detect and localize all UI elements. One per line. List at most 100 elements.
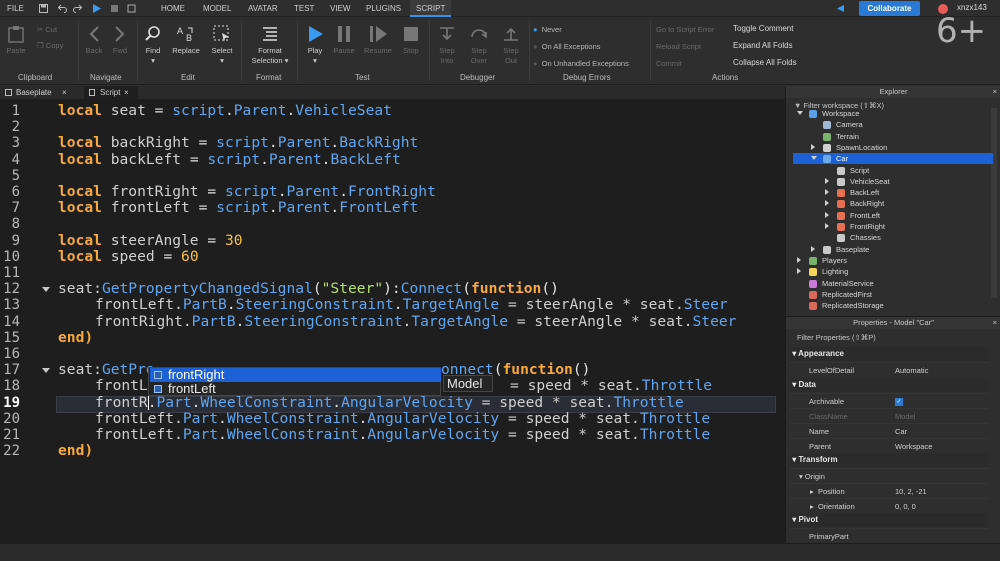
more-icon[interactable]	[127, 4, 136, 13]
code-line[interactable]: local frontRight = script.Parent.FrontRi…	[58, 183, 436, 200]
code-line[interactable]: = speed * seat.Throttle	[510, 377, 712, 394]
code-line[interactable]: end)	[58, 442, 93, 459]
tab-plugins[interactable]: PLUGINS	[366, 0, 401, 17]
section-data[interactable]: ▾ Data	[790, 378, 988, 392]
code-line[interactable]: frontR.Part.WheelConstraint.AngularVeloc…	[95, 394, 684, 411]
close-icon[interactable]: ×	[62, 86, 67, 99]
go-to-script-error-button[interactable]: Go to Script Error	[656, 25, 714, 34]
prop-value[interactable]: 0, 0, 0	[895, 499, 916, 514]
chevron-right-icon[interactable]	[811, 245, 815, 252]
forward-button[interactable]: Fwd	[110, 25, 130, 56]
tree-item-workspace[interactable]: Workspace	[793, 108, 993, 119]
commit-button[interactable]: Commit	[656, 59, 682, 68]
undo-icon[interactable]	[58, 4, 67, 13]
tree-item-lighting[interactable]: Lighting	[793, 266, 993, 277]
tree-item-frontleft[interactable]: FrontLeft	[793, 210, 993, 221]
code-editor[interactable]: 1 2 3 4 5 6 7 8 9 10 11 12 13 14 15 16 17 18 19 20 21 22 local…	[0, 99, 785, 543]
collapse-all-folds-button[interactable]: Collapse All Folds	[733, 58, 797, 67]
tree-item-baseplate[interactable]: Baseplate	[793, 244, 993, 255]
tree-item-chassies[interactable]: Chassies	[793, 232, 993, 243]
tab-home[interactable]: HOME	[161, 0, 185, 17]
share-icon[interactable]	[836, 4, 845, 13]
radio-on-unhandled[interactable]: ● On Unhandled Exceptions	[533, 59, 629, 68]
autocomplete-popup[interactable]: frontRight frontLeft	[148, 367, 441, 396]
properties-filter-input[interactable]: Filter Properties (⇧⌘P)	[797, 333, 876, 342]
step-out-button[interactable]: Step Out	[499, 25, 523, 66]
prop-row-position[interactable]: ▸ Position 10, 2, -21	[790, 483, 988, 498]
chevron-right-icon[interactable]	[825, 177, 829, 184]
section-appearance[interactable]: ▾ Appearance	[790, 347, 988, 361]
prop-row-levelofdetail[interactable]: LevelOfDetail Automatic	[790, 362, 988, 377]
prop-row-orientation[interactable]: ▸ Orientation 0, 0, 0	[790, 498, 988, 513]
paste-button[interactable]: Paste	[5, 25, 27, 56]
chevron-right-icon[interactable]	[797, 256, 801, 263]
tree-item-replicatedstorage[interactable]: ReplicatedStorage	[793, 300, 993, 311]
code-line[interactable]: frontL	[95, 377, 148, 394]
chevron-right-icon[interactable]	[825, 211, 829, 218]
code-line[interactable]: local seat = script.Parent.VehicleSeat	[58, 102, 392, 119]
close-icon[interactable]: ×	[993, 86, 997, 98]
tree-item-vehicleseat[interactable]: VehicleSeat	[793, 176, 993, 187]
prop-value[interactable]: Car	[895, 424, 907, 439]
resume-button[interactable]: Resume	[362, 25, 394, 56]
stop-quick-icon[interactable]	[110, 4, 119, 13]
reload-script-button[interactable]: Reload Script	[656, 42, 701, 51]
code-line[interactable]: frontRight.PartB.SteeringConstraint.Targ…	[95, 313, 736, 330]
toggle-comment-button[interactable]: Toggle Comment	[733, 24, 793, 33]
code-line[interactable]: frontLeft.PartB.SteeringConstraint.Targe…	[95, 296, 728, 313]
code-line[interactable]: local backRight = script.Parent.BackRigh…	[58, 134, 418, 151]
code-line[interactable]: frontLeft.Part.WheelConstraint.AngularVe…	[95, 410, 710, 427]
expand-all-folds-button[interactable]: Expand All Folds	[733, 41, 793, 50]
code-line[interactable]: frontLeft.Part.WheelConstraint.AngularVe…	[95, 426, 710, 443]
tree-item-car[interactable]: Car	[793, 153, 993, 165]
tab-test[interactable]: TEST	[294, 0, 314, 17]
radio-on-all-exceptions[interactable]: ● On All Exceptions	[533, 42, 600, 51]
section-pivot[interactable]: ▾ Pivot	[790, 513, 988, 527]
autocomplete-item[interactable]: frontRight	[150, 368, 441, 382]
tree-item-materialservice[interactable]: MaterialService	[793, 278, 993, 289]
play-button[interactable]: Play ▾	[303, 25, 327, 66]
prop-value[interactable]: 10, 2, -21	[895, 484, 927, 499]
code-line[interactable]: end)	[58, 329, 93, 346]
chevron-right-icon[interactable]	[825, 200, 829, 207]
tab-script[interactable]: SCRIPT	[410, 0, 452, 17]
code-line[interactable]: local backLeft = script.Parent.BackLeft	[58, 151, 401, 168]
tree-item-players[interactable]: Players	[793, 255, 993, 266]
radio-never[interactable]: ● Never	[533, 25, 562, 34]
section-transform[interactable]: ▾ Transform	[790, 453, 988, 467]
tree-item-script[interactable]: Script	[793, 165, 993, 176]
tree-item-terrain[interactable]: Terrain	[793, 131, 993, 142]
fold-toggle-icon[interactable]	[42, 287, 50, 293]
tree-item-camera[interactable]: Camera	[793, 119, 993, 130]
prop-row-archivable[interactable]: Archivable ✓	[790, 393, 988, 408]
close-icon[interactable]: ×	[993, 317, 997, 329]
copy-button[interactable]: ❐ Copy	[37, 41, 63, 51]
collaborate-button[interactable]: Collaborate	[859, 1, 920, 16]
file-menu[interactable]: FILE	[7, 0, 24, 17]
tab-script-doc[interactable]: Script ×	[84, 86, 138, 99]
stop-button[interactable]: Stop	[399, 25, 423, 56]
checkbox-checked[interactable]: ✓	[895, 398, 903, 406]
prop-row-origin[interactable]: ▾ Origin	[790, 468, 988, 483]
replace-button[interactable]: AB Replace	[170, 25, 202, 56]
code-line[interactable]: local speed = 60	[58, 248, 199, 265]
code-line[interactable]: local steerAngle = 30	[58, 232, 243, 249]
find-button[interactable]: Find ▾	[141, 25, 165, 66]
back-button[interactable]: Back	[84, 25, 104, 56]
chevron-down-icon[interactable]	[797, 111, 803, 115]
prop-row-name[interactable]: Name Car	[790, 423, 988, 438]
tree-item-replicatedfirst[interactable]: ReplicatedFirst	[793, 289, 993, 300]
tab-baseplate[interactable]: Baseplate ×	[0, 86, 77, 99]
chevron-right-icon[interactable]	[797, 268, 801, 275]
tab-view[interactable]: VIEW	[330, 0, 350, 17]
step-into-button[interactable]: Step Into	[435, 25, 459, 66]
prop-value[interactable]: Automatic	[895, 363, 928, 378]
code-line[interactable]: seat:GetPropertyChangedSignal("Steer"):C…	[58, 280, 559, 297]
chevron-right-icon[interactable]	[811, 143, 815, 150]
prop-row-parent[interactable]: Parent Workspace	[790, 438, 988, 453]
chevron-down-icon[interactable]	[811, 156, 817, 161]
step-over-button[interactable]: Step Over	[467, 25, 491, 66]
play-quick-icon[interactable]	[92, 4, 101, 13]
tree-item-backright[interactable]: BackRight	[793, 198, 993, 209]
save-icon[interactable]	[39, 4, 48, 13]
